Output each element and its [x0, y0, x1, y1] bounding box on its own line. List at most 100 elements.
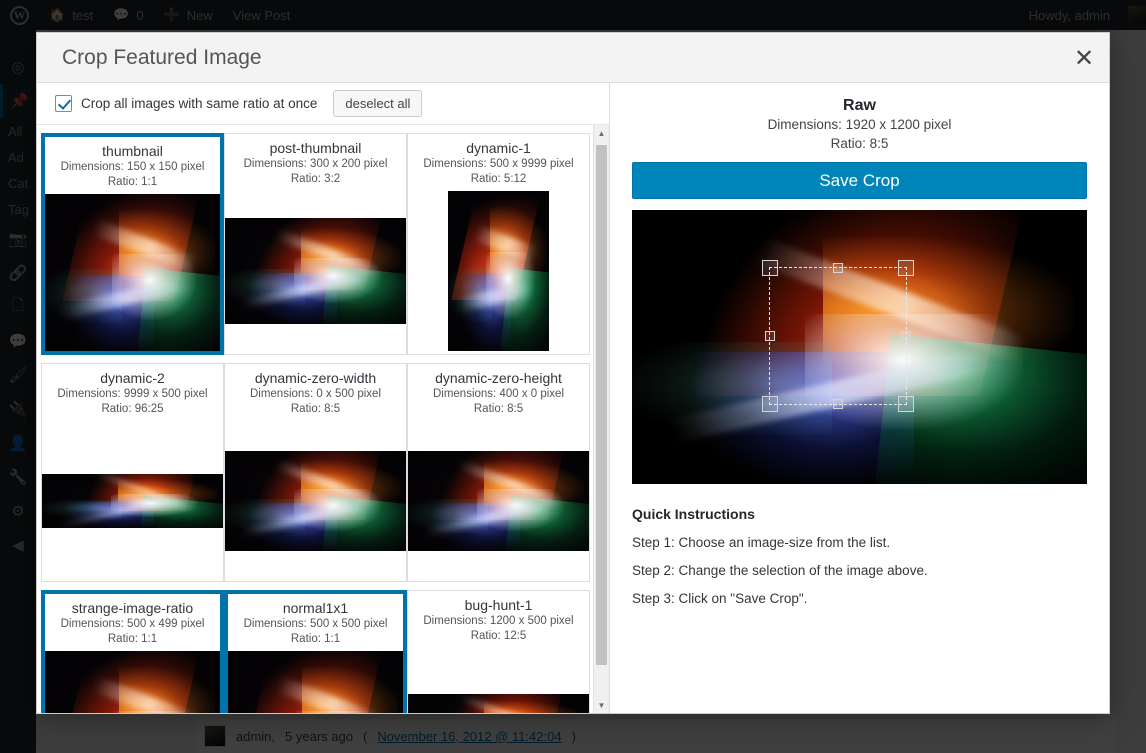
- card-thumbnail-box: [42, 421, 223, 581]
- card-meta: normal1x1Dimensions: 500 x 500 pixelRati…: [228, 594, 403, 651]
- crop-image-stage[interactable]: [632, 210, 1087, 484]
- artwork-vignette: [225, 218, 406, 324]
- card-thumbnail-box: [408, 421, 589, 581]
- crop-all-checkbox[interactable]: [55, 95, 72, 112]
- card-dimensions: Dimensions: 400 x 0 pixel: [412, 387, 585, 402]
- card-size-name: dynamic-2: [46, 369, 219, 387]
- artwork-vignette: [228, 651, 403, 713]
- card-meta: dynamic-zero-heightDimensions: 400 x 0 p…: [408, 364, 589, 421]
- card-ratio: Ratio: 1:1: [49, 632, 216, 647]
- card-meta: thumbnailDimensions: 150 x 150 pixelRati…: [45, 137, 220, 194]
- card-dimensions: Dimensions: 300 x 200 pixel: [229, 157, 402, 172]
- card-thumbnail-image: [228, 651, 403, 713]
- card-ratio: Ratio: 8:5: [412, 402, 585, 417]
- instruction-step-1: Step 1: Choose an image-size from the li…: [632, 535, 1087, 550]
- crop-handle-sw[interactable]: [762, 396, 778, 412]
- card-thumbnail-box: [225, 191, 406, 351]
- crop-handle-e[interactable]: [901, 331, 911, 341]
- card-ratio: Ratio: 96:25: [46, 402, 219, 417]
- preview-ratio: Ratio: 8:5: [632, 134, 1087, 153]
- card-size-name: normal1x1: [232, 599, 399, 617]
- modal-body: Crop all images with same ratio at once …: [37, 83, 1109, 713]
- crop-preview-pane: Raw Dimensions: 1920 x 1200 pixel Ratio:…: [610, 83, 1109, 713]
- card-dimensions: Dimensions: 0 x 500 pixel: [229, 387, 402, 402]
- artwork-vignette: [408, 694, 589, 713]
- quick-instructions-heading: Quick Instructions: [632, 506, 1087, 522]
- card-size-name: thumbnail: [49, 142, 216, 160]
- image-sizes-scroll-area[interactable]: thumbnailDimensions: 150 x 150 pixelRati…: [37, 125, 609, 713]
- card-meta: post-thumbnailDimensions: 300 x 200 pixe…: [225, 134, 406, 191]
- artwork-vignette: [42, 474, 223, 528]
- card-thumbnail-image: [448, 191, 549, 351]
- modal-header: Crop Featured Image ✕: [37, 33, 1109, 83]
- preview-dimensions: Dimensions: 1920 x 1200 pixel: [632, 115, 1087, 134]
- image-size-card-strange-image-ratio[interactable]: strange-image-ratioDimensions: 500 x 499…: [41, 590, 224, 713]
- card-meta: strange-image-ratioDimensions: 500 x 499…: [45, 594, 220, 651]
- image-size-card-dynamic-2[interactable]: dynamic-2Dimensions: 9999 x 500 pixelRat…: [41, 363, 224, 582]
- card-thumbnail-image: [408, 451, 589, 552]
- card-thumbnail-box: [228, 651, 403, 713]
- artwork-vignette: [45, 194, 220, 351]
- image-size-card-thumbnail[interactable]: thumbnailDimensions: 150 x 150 pixelRati…: [41, 133, 224, 355]
- image-size-card-normal1x1[interactable]: normal1x1Dimensions: 500 x 500 pixelRati…: [224, 590, 407, 713]
- image-size-card-dynamic-zero-width[interactable]: dynamic-zero-widthDimensions: 0 x 500 pi…: [224, 363, 407, 582]
- card-thumbnail-image: [45, 651, 220, 713]
- crop-handle-nw[interactable]: [762, 260, 778, 276]
- image-sizes-grid: thumbnailDimensions: 150 x 150 pixelRati…: [37, 133, 591, 713]
- close-icon[interactable]: ✕: [1059, 33, 1109, 83]
- card-thumbnail-image: [408, 694, 589, 713]
- card-thumbnail-box: [408, 648, 589, 713]
- crop-selection-box[interactable]: [769, 267, 907, 405]
- card-size-name: bug-hunt-1: [412, 596, 585, 614]
- card-meta: dynamic-zero-widthDimensions: 0 x 500 pi…: [225, 364, 406, 421]
- crop-handle-n[interactable]: [833, 263, 843, 273]
- card-size-name: strange-image-ratio: [49, 599, 216, 617]
- artwork-vignette: [225, 451, 406, 552]
- crop-handle-ne[interactable]: [898, 260, 914, 276]
- scroll-up-arrow-icon[interactable]: ▲: [594, 125, 609, 141]
- image-size-card-bug-hunt-1[interactable]: bug-hunt-1Dimensions: 1200 x 500 pixelRa…: [407, 590, 590, 713]
- page-title: Crop Featured Image: [62, 46, 262, 70]
- crop-handle-se[interactable]: [898, 396, 914, 412]
- save-crop-button[interactable]: Save Crop: [632, 162, 1087, 199]
- card-meta: bug-hunt-1Dimensions: 1200 x 500 pixelRa…: [408, 591, 589, 648]
- card-ratio: Ratio: 3:2: [229, 172, 402, 187]
- crop-toolbar: Crop all images with same ratio at once …: [37, 83, 609, 125]
- card-meta: dynamic-2Dimensions: 9999 x 500 pixelRat…: [42, 364, 223, 421]
- card-ratio: Ratio: 1:1: [232, 632, 399, 647]
- crop-handle-w[interactable]: [765, 331, 775, 341]
- instruction-step-3: Step 3: Click on "Save Crop".: [632, 591, 1087, 606]
- preview-title: Raw: [632, 97, 1087, 115]
- card-size-name: post-thumbnail: [229, 139, 402, 157]
- crop-all-same-ratio-option[interactable]: Crop all images with same ratio at once: [55, 95, 317, 112]
- scroll-down-arrow-icon[interactable]: ▼: [594, 697, 609, 713]
- card-thumbnail-box: [45, 651, 220, 713]
- vertical-scrollbar[interactable]: ▲ ▼: [593, 125, 609, 713]
- card-dimensions: Dimensions: 500 x 500 pixel: [232, 617, 399, 632]
- instruction-step-2: Step 2: Change the selection of the imag…: [632, 563, 1087, 578]
- card-size-name: dynamic-zero-width: [229, 369, 402, 387]
- card-size-name: dynamic-1: [412, 139, 585, 157]
- card-dimensions: Dimensions: 500 x 499 pixel: [49, 617, 216, 632]
- crop-handle-s[interactable]: [833, 399, 843, 409]
- image-size-card-dynamic-zero-height[interactable]: dynamic-zero-heightDimensions: 400 x 0 p…: [407, 363, 590, 582]
- card-ratio: Ratio: 8:5: [229, 402, 402, 417]
- deselect-all-button[interactable]: deselect all: [333, 90, 422, 117]
- artwork-vignette: [408, 451, 589, 552]
- crop-featured-image-modal: Crop Featured Image ✕ Crop all images wi…: [36, 32, 1110, 714]
- card-dimensions: Dimensions: 1200 x 500 pixel: [412, 614, 585, 629]
- image-sizes-pane: Crop all images with same ratio at once …: [37, 83, 610, 713]
- scrollbar-thumb[interactable]: [596, 145, 607, 665]
- card-dimensions: Dimensions: 150 x 150 pixel: [49, 160, 216, 175]
- card-thumbnail-image: [225, 218, 406, 324]
- image-size-card-dynamic-1[interactable]: dynamic-1Dimensions: 500 x 9999 pixelRat…: [407, 133, 590, 355]
- artwork-vignette: [45, 651, 220, 713]
- card-ratio: Ratio: 5:12: [412, 172, 585, 187]
- image-size-card-post-thumbnail[interactable]: post-thumbnailDimensions: 300 x 200 pixe…: [224, 133, 407, 355]
- card-ratio: Ratio: 12:5: [412, 629, 585, 644]
- card-size-name: dynamic-zero-height: [412, 369, 585, 387]
- card-thumbnail-image: [45, 194, 220, 351]
- card-ratio: Ratio: 1:1: [49, 175, 216, 190]
- card-thumbnail-image: [42, 474, 223, 528]
- artwork-vignette: [448, 191, 549, 351]
